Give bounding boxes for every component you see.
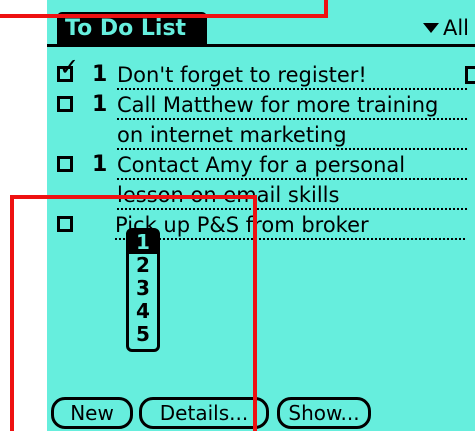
task-row: 1 Call Matthew for more training on inte… xyxy=(47,90,475,150)
triangle-down-icon xyxy=(422,23,439,33)
task-checkbox[interactable] xyxy=(57,96,73,112)
priority-popup-list: 1 2 3 4 5 xyxy=(126,228,160,352)
task-priority[interactable]: 1 xyxy=(92,90,107,120)
show-button[interactable]: Show... xyxy=(277,397,371,429)
task-description-continued[interactable]: lesson on email skills xyxy=(117,180,467,210)
priority-option[interactable]: 1 xyxy=(129,231,157,254)
priority-option[interactable]: 3 xyxy=(129,277,157,300)
priority-option[interactable]: 2 xyxy=(129,254,157,277)
task-priority[interactable]: 1 xyxy=(92,60,107,90)
task-checkbox[interactable] xyxy=(57,216,73,232)
category-label: All xyxy=(442,16,469,40)
task-description[interactable]: Call Matthew for more training xyxy=(117,90,467,120)
task-description[interactable]: Don't forget to register! xyxy=(117,60,467,90)
task-row: 1 Contact Amy for a personal lesson on e… xyxy=(47,150,475,210)
task-checkbox[interactable] xyxy=(57,156,73,172)
task-description[interactable]: Pick up P&S from broker xyxy=(115,210,465,240)
app-title[interactable]: To Do List xyxy=(57,12,207,44)
task-description[interactable]: Contact Amy for a personal xyxy=(117,150,467,180)
category-selector[interactable]: All xyxy=(422,14,469,42)
note-icon[interactable] xyxy=(465,66,475,84)
checkmark-icon: ✓ xyxy=(59,53,80,81)
palm-screen: To Do List All ✓ 1 Don't forget to regis… xyxy=(47,0,475,431)
task-description-continued[interactable]: on internet marketing xyxy=(117,120,467,150)
title-bar: To Do List All xyxy=(47,0,475,47)
task-priority[interactable]: 1 xyxy=(92,150,107,180)
new-button[interactable]: New xyxy=(51,397,133,429)
priority-option[interactable]: 4 xyxy=(129,300,157,323)
details-button[interactable]: Details... xyxy=(139,397,269,429)
task-row: Pick up P&S from broker xyxy=(47,210,475,240)
task-row: ✓ 1 Don't forget to register! xyxy=(47,53,475,90)
priority-option[interactable]: 5 xyxy=(129,323,157,346)
